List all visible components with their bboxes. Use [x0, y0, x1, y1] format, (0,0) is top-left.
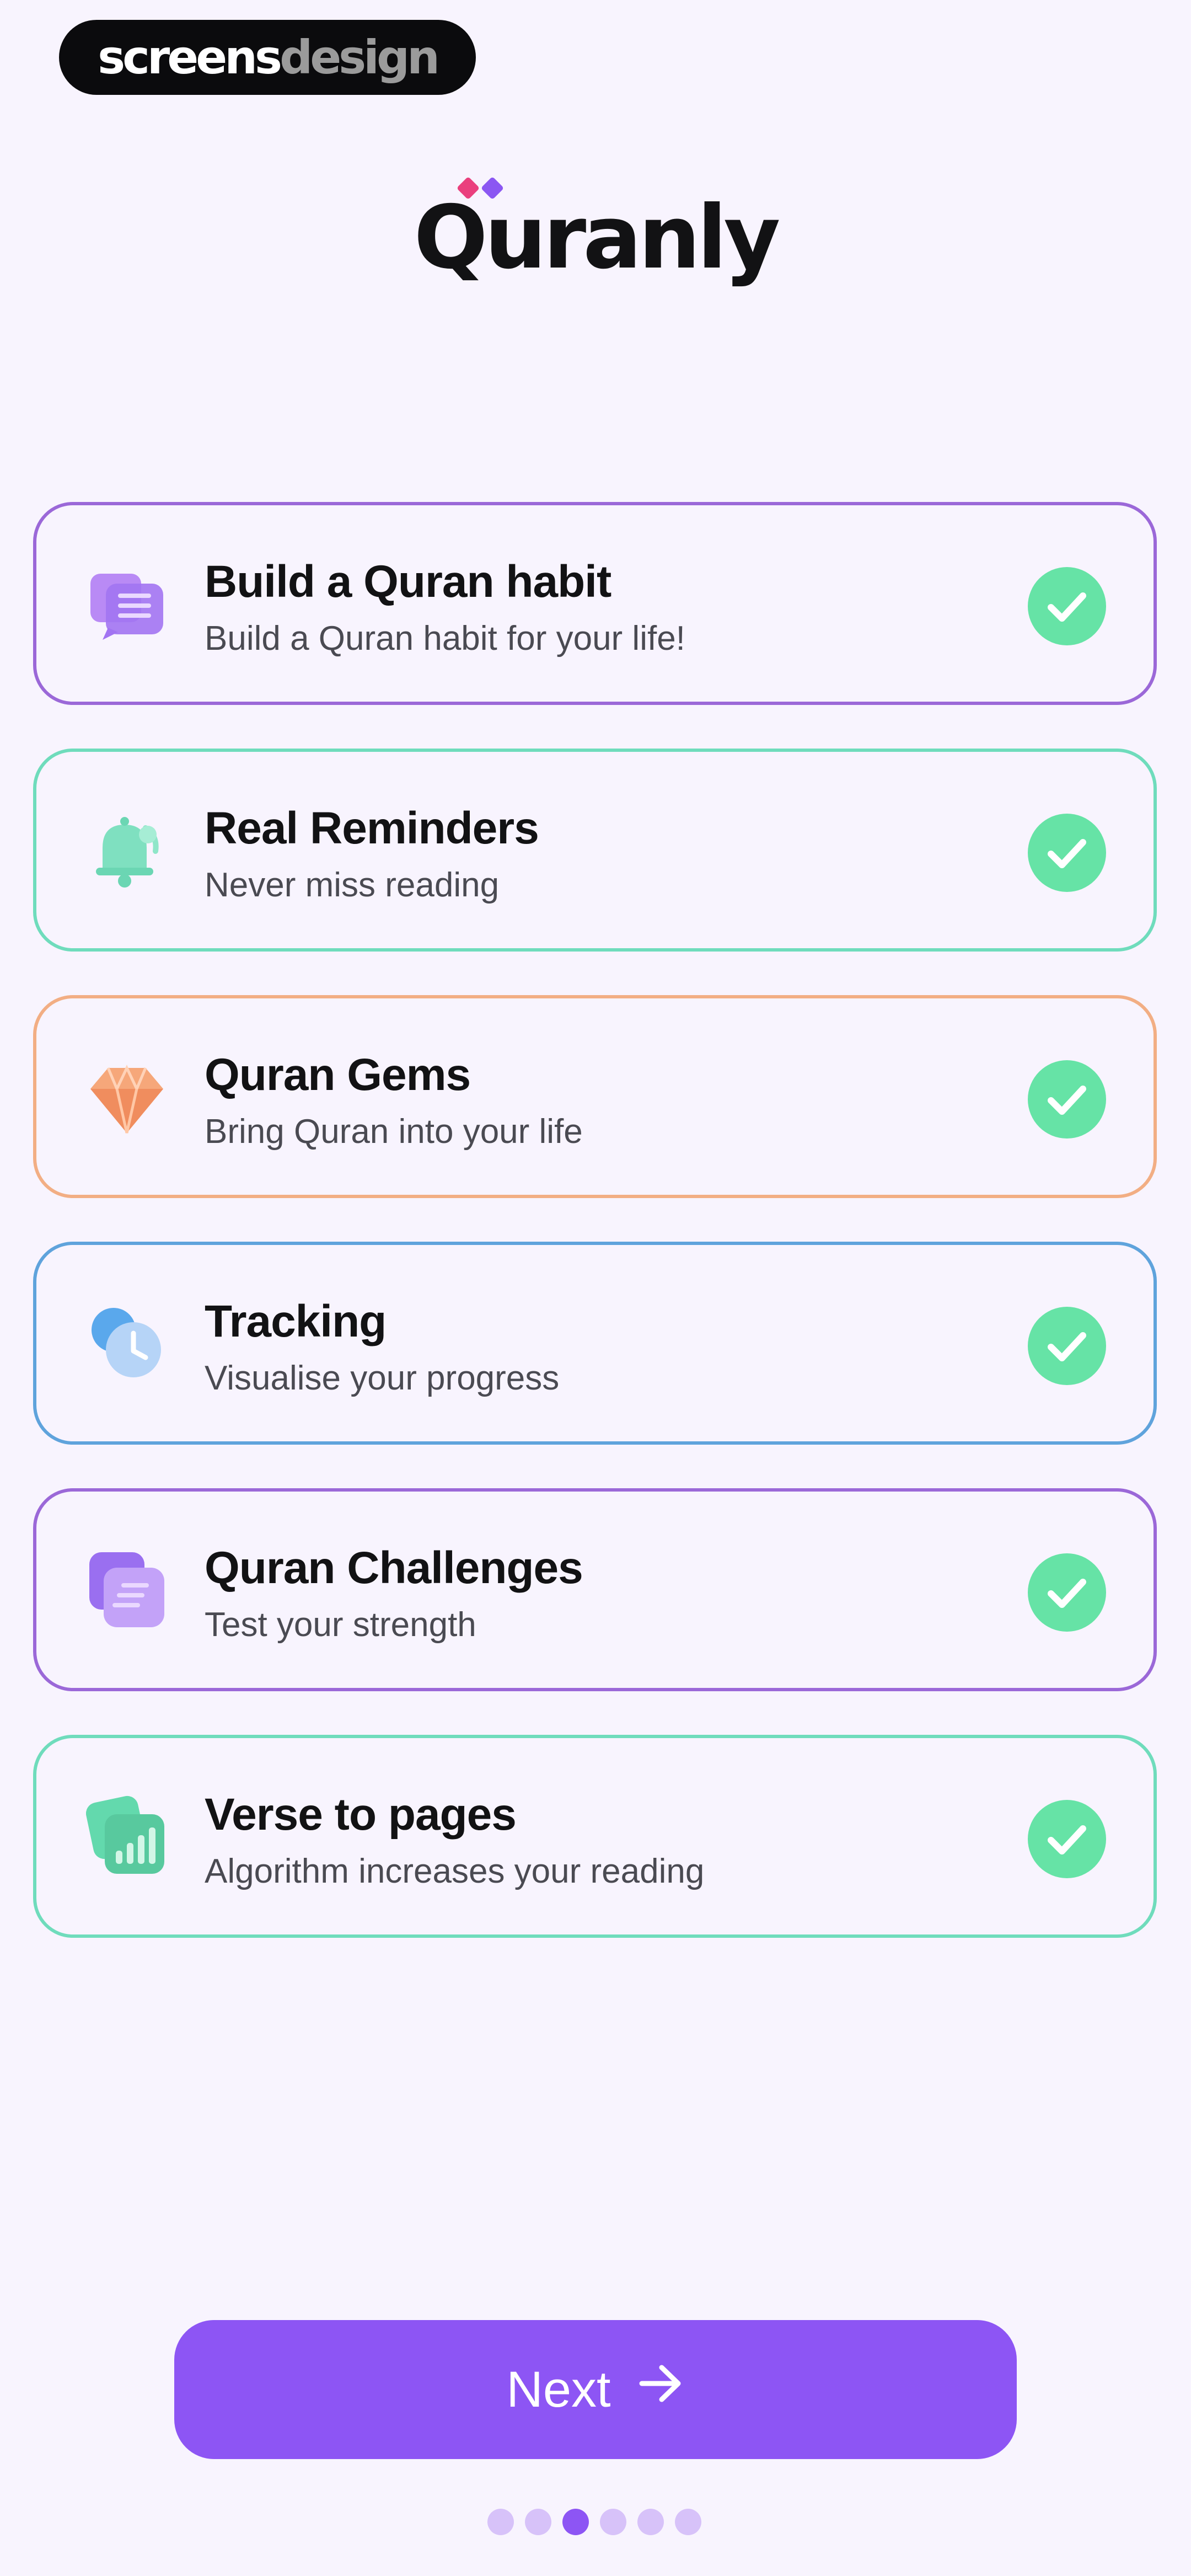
page-dot[interactable]: [600, 2509, 626, 2535]
app-title: Quranly: [414, 187, 781, 288]
bar-chart-icon: [85, 1795, 168, 1877]
feature-card-quran-habit[interactable]: Build a Quran habit Build a Quran habit …: [33, 502, 1157, 705]
check-icon: [1028, 1307, 1106, 1385]
bell-icon: [86, 809, 168, 891]
feature-card-challenges[interactable]: Quran Challenges Test your strength: [33, 1488, 1157, 1691]
feature-card-tracking[interactable]: Tracking Visualise your progress: [33, 1242, 1157, 1445]
feature-subtitle: Build a Quran habit for your life!: [205, 619, 685, 658]
check-icon: [1028, 567, 1106, 645]
feature-title: Quran Gems: [205, 1050, 471, 1100]
book-chat-icon: [86, 563, 168, 644]
next-button[interactable]: Next: [174, 2320, 1017, 2459]
clock-icon: [86, 1302, 168, 1384]
cards-icon: [86, 1549, 168, 1631]
feature-title: Quran Challenges: [205, 1543, 583, 1593]
page-dot-active[interactable]: [562, 2509, 589, 2535]
page-dot[interactable]: [525, 2509, 551, 2535]
app-logo: Quranly: [0, 171, 1191, 281]
page-dot[interactable]: [487, 2509, 514, 2535]
page-dot[interactable]: [675, 2509, 701, 2535]
check-icon: [1028, 814, 1106, 892]
feature-card-gems[interactable]: Quran Gems Bring Quran into your life: [33, 995, 1157, 1198]
screensdesign-watermark: screens design: [59, 20, 476, 95]
gem-icon: [86, 1056, 168, 1137]
check-icon: [1028, 1060, 1106, 1139]
feature-title: Build a Quran habit: [205, 557, 611, 607]
feature-subtitle: Algorithm increases your reading: [205, 1852, 705, 1890]
feature-title: Verse to pages: [205, 1789, 517, 1840]
feature-subtitle: Never miss reading: [205, 866, 500, 904]
check-icon: [1028, 1553, 1106, 1632]
feature-title: Tracking: [205, 1296, 387, 1346]
feature-title: Real Reminders: [205, 803, 539, 853]
page-dot[interactable]: [637, 2509, 664, 2535]
feature-subtitle: Visualise your progress: [205, 1359, 560, 1397]
next-button-label: Next: [506, 2361, 611, 2418]
feature-card-verse-pages[interactable]: Verse to pages Algorithm increases your …: [33, 1735, 1157, 1938]
feature-subtitle: Test your strength: [205, 1606, 476, 1644]
arrow-right-icon: [635, 2359, 685, 2420]
pagination-dots: [0, 2509, 1191, 2536]
check-icon: [1028, 1800, 1106, 1878]
feature-subtitle: Bring Quran into your life: [205, 1113, 583, 1151]
feature-card-reminders[interactable]: Real Reminders Never miss reading: [33, 749, 1157, 952]
